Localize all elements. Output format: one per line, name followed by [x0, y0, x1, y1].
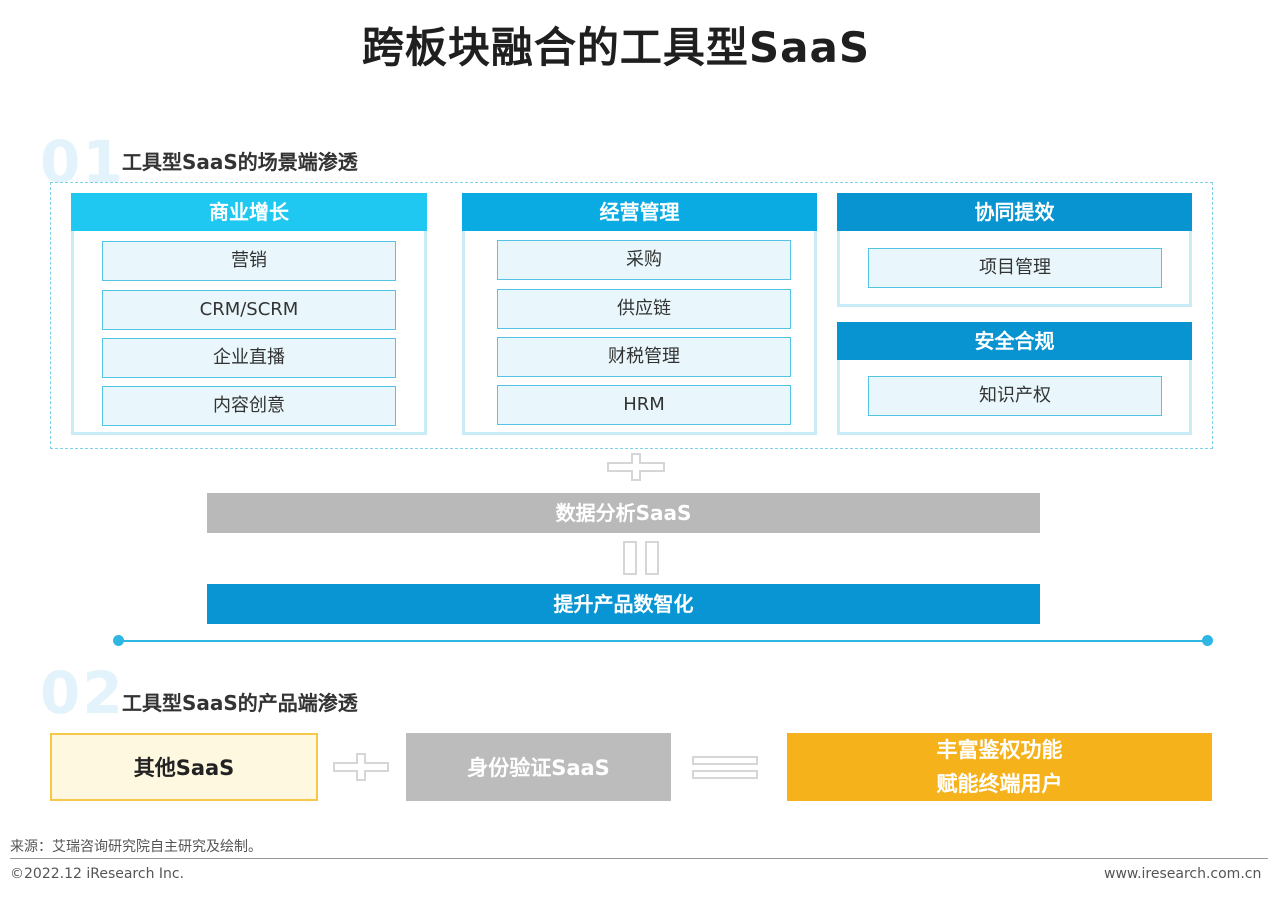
- page-title: 跨板块融合的工具型SaaS: [361, 23, 871, 72]
- divider-dot-left: [113, 635, 124, 646]
- group-operations-header: 经营管理: [462, 193, 817, 231]
- divider-dot-right: [1202, 635, 1213, 646]
- group-security-compliance: 安全合规 知识产权: [837, 322, 1192, 435]
- group-business-growth-header: 商业增长: [71, 193, 427, 231]
- other-saas-box: 其他SaaS: [50, 733, 318, 801]
- item-supply-chain: 供应链: [497, 289, 791, 329]
- section-divider: [118, 640, 1208, 642]
- enrich-auth-line1: 丰富鉴权功能: [936, 738, 1063, 762]
- group-collaboration-header: 协同提效: [837, 193, 1192, 231]
- item-intellectual-property: 知识产权: [868, 376, 1162, 416]
- footer-divider: [10, 858, 1268, 859]
- item-marketing: 营销: [102, 241, 396, 281]
- item-hrm: HRM: [497, 385, 791, 425]
- item-procurement: 采购: [497, 240, 791, 280]
- equals-icon-2: [692, 756, 758, 780]
- group-business-growth: 商业增长 营销 CRM/SCRM 企业直播 内容创意: [71, 193, 427, 435]
- item-live-streaming: 企业直播: [102, 338, 396, 378]
- digital-intelligence-bar: 提升产品数智化: [207, 584, 1040, 624]
- equals-icon: [623, 541, 661, 575]
- group-security-compliance-header: 安全合规: [837, 322, 1192, 360]
- section1-title: 工具型SaaS的场景端渗透: [122, 150, 358, 174]
- section2-title: 工具型SaaS的产品端渗透: [122, 691, 358, 715]
- copyright: ©2022.12 iResearch Inc.: [10, 866, 185, 882]
- enrich-auth-box: 丰富鉴权功能 赋能终端用户: [787, 733, 1212, 801]
- section2-number: 02: [40, 659, 125, 727]
- data-analysis-bar: 数据分析SaaS: [207, 493, 1040, 533]
- group-operations: 经营管理 采购 供应链 财税管理 HRM: [462, 193, 817, 435]
- group-collaboration: 协同提效 项目管理: [837, 193, 1192, 307]
- enrich-auth-line2: 赋能终端用户: [936, 772, 1063, 796]
- website-link[interactable]: www.iresearch.com.cn: [1104, 866, 1261, 882]
- item-crm-scrm: CRM/SCRM: [102, 290, 396, 330]
- plus-icon-2: [333, 753, 389, 781]
- identity-verification-box: 身份验证SaaS: [406, 733, 671, 801]
- source-note: 来源：艾瑞咨询研究院自主研究及绘制。: [10, 839, 262, 855]
- item-content-creative: 内容创意: [102, 386, 396, 426]
- item-project-management: 项目管理: [868, 248, 1162, 288]
- plus-icon: [607, 453, 665, 481]
- item-finance-tax: 财税管理: [497, 337, 791, 377]
